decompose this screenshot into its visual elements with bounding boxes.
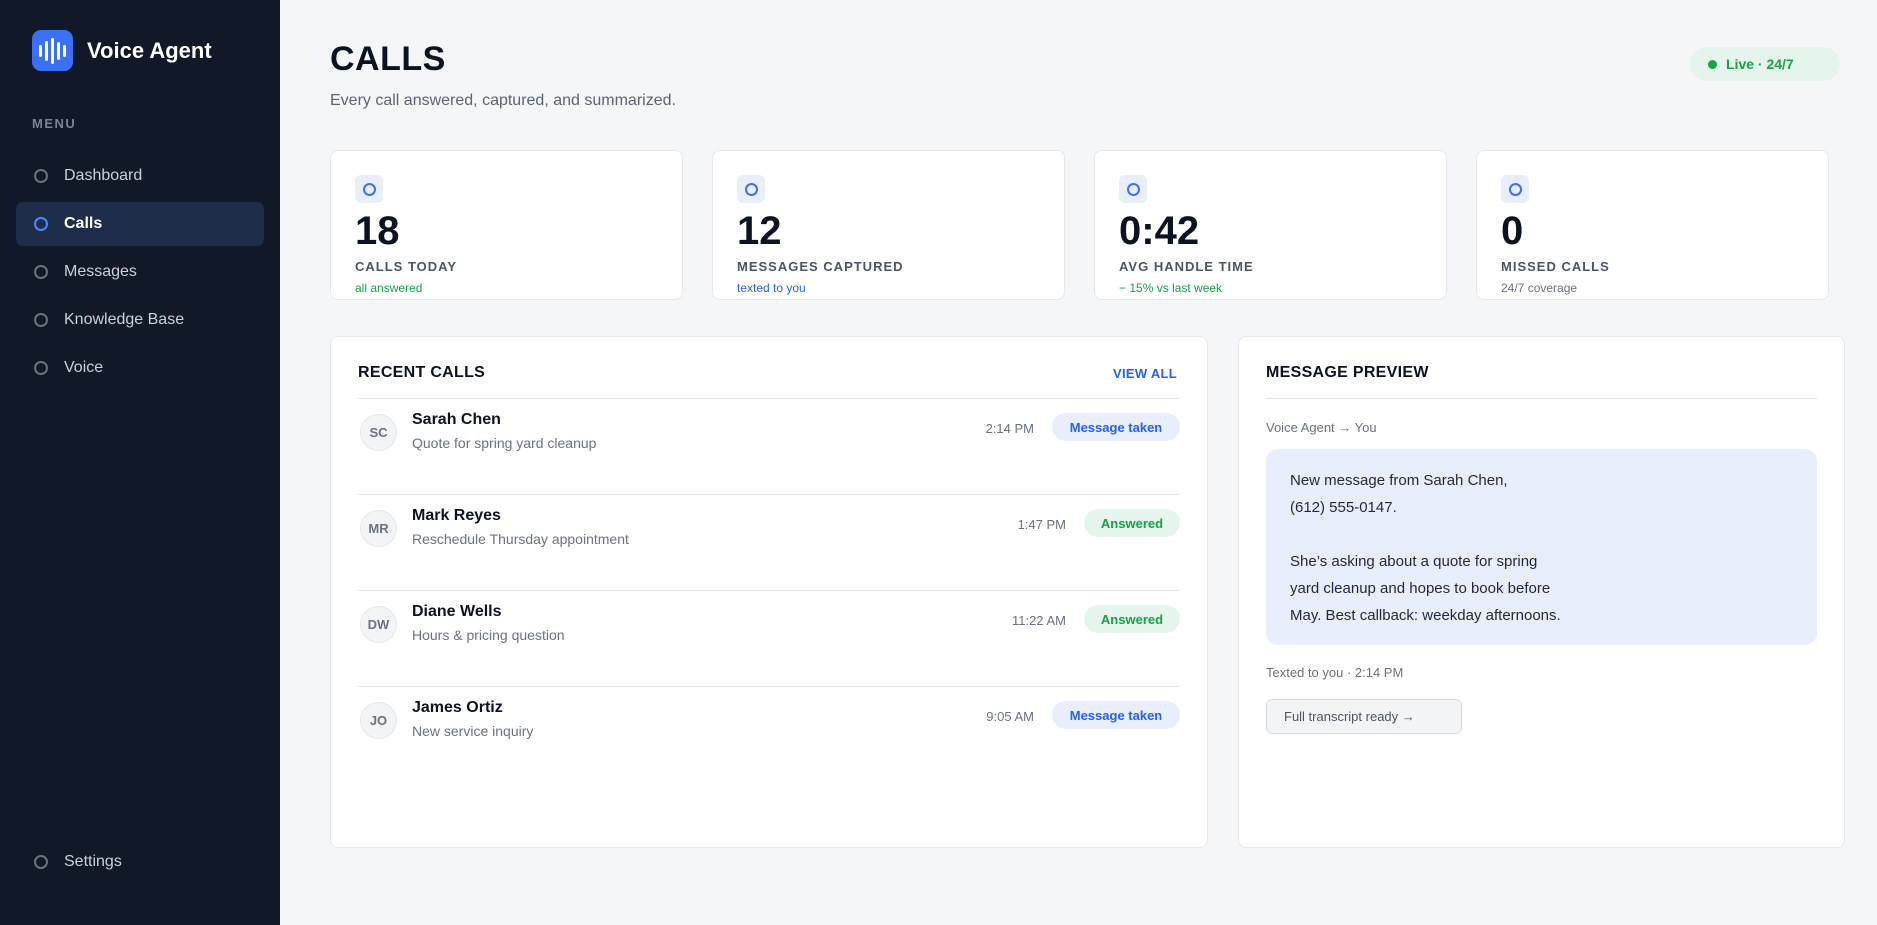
- stat-value: 0: [1501, 209, 1524, 253]
- stat-card-avg-handle-time: 0:42 AVG HANDLE TIME − 15% vs last week: [1094, 150, 1447, 300]
- live-badge-label: Live · 24/7: [1726, 56, 1794, 72]
- call-row[interactable]: DW Diane Wells Hours & pricing question …: [358, 591, 1180, 687]
- sidebar-nav: Dashboard Calls Messages Knowledge Base …: [16, 154, 264, 394]
- stat-value: 18: [355, 209, 400, 253]
- message-line: yard cleanup and hopes to book before: [1290, 580, 1551, 597]
- sidebar-item-messages[interactable]: Messages: [16, 250, 264, 294]
- status-badge: Message taken: [1052, 701, 1180, 729]
- call-time: 11:22 AM: [1012, 613, 1066, 628]
- message-line: May. Best callback: weekday afternoons.: [1290, 607, 1561, 624]
- sidebar-item-calls[interactable]: Calls: [16, 202, 264, 246]
- circle-icon: [1501, 175, 1529, 203]
- status-badge: Answered: [1084, 509, 1180, 537]
- sidebar-item-voice[interactable]: Voice: [16, 346, 264, 390]
- live-status-badge: Live · 24/7: [1690, 47, 1840, 81]
- stat-note: all answered: [355, 281, 423, 295]
- view-all-link[interactable]: VIEW ALL: [1113, 366, 1177, 381]
- circle-icon: [737, 175, 765, 203]
- sidebar-item-knowledge-base[interactable]: Knowledge Base: [16, 298, 264, 342]
- stat-value: 12: [737, 209, 782, 253]
- message-timestamp: Texted to you · 2:14 PM: [1266, 665, 1404, 680]
- message-bubble: New message from Sarah Chen, (612) 555-0…: [1266, 449, 1817, 645]
- sidebar-item-label: Settings: [64, 853, 122, 870]
- stat-card-calls-today: 18 CALLS TODAY all answered: [330, 150, 683, 300]
- message-line: New message from Sarah Chen,: [1290, 472, 1508, 489]
- call-time: 9:05 AM: [986, 709, 1034, 724]
- stat-label: MESSAGES CAPTURED: [737, 259, 904, 274]
- stat-label: AVG HANDLE TIME: [1119, 259, 1254, 274]
- sidebar-item-label: Dashboard: [64, 167, 143, 184]
- stat-label: CALLS TODAY: [355, 259, 458, 274]
- caller-name: James Ortiz: [412, 699, 503, 716]
- sidebar-item-label: Voice: [64, 359, 104, 376]
- message-line: [1290, 521, 1793, 548]
- avatar: DW: [360, 606, 397, 643]
- circle-icon: [34, 313, 48, 327]
- menu-section-label: MENU: [32, 116, 77, 131]
- circle-icon: [355, 175, 383, 203]
- call-summary: Hours & pricing question: [412, 627, 565, 643]
- stat-label: MISSED CALLS: [1501, 259, 1610, 274]
- circle-icon: [34, 169, 48, 183]
- caller-name: Mark Reyes: [412, 507, 501, 524]
- circle-icon: [34, 855, 48, 869]
- circle-icon: [1119, 175, 1147, 203]
- page-title: CALLS: [330, 40, 446, 78]
- avatar: JO: [360, 702, 397, 739]
- status-badge: Message taken: [1052, 413, 1180, 441]
- stat-note: − 15% vs last week: [1119, 281, 1223, 295]
- recent-calls-panel: RECENT CALLS VIEW ALL SC Sarah Chen Quot…: [330, 336, 1208, 848]
- divider: [1266, 398, 1817, 399]
- message-route: Voice Agent → You: [1266, 420, 1377, 435]
- panel-title: RECENT CALLS: [358, 364, 486, 381]
- call-time: 2:14 PM: [985, 421, 1034, 436]
- voice-waveform-icon: [32, 30, 73, 71]
- call-time: 1:47 PM: [1017, 517, 1066, 532]
- sidebar-item-label: Knowledge Base: [64, 311, 185, 328]
- sidebar: Voice Agent MENU Dashboard Calls Message…: [0, 0, 280, 925]
- stat-value: 0:42: [1119, 209, 1200, 253]
- status-badge: Answered: [1084, 605, 1180, 633]
- stat-card-missed-calls: 0 MISSED CALLS 24/7 coverage: [1476, 150, 1829, 300]
- circle-icon: [34, 217, 48, 231]
- call-row[interactable]: MR Mark Reyes Reschedule Thursday appoin…: [358, 495, 1180, 591]
- status-dot-icon: [1708, 59, 1717, 69]
- circle-icon: [34, 265, 48, 279]
- full-transcript-button[interactable]: Full transcript ready →: [1266, 699, 1462, 734]
- circle-icon: [34, 361, 48, 375]
- message-line: (612) 555-0147.: [1290, 499, 1397, 516]
- avatar: MR: [360, 510, 397, 547]
- message-preview-panel: MESSAGE PREVIEW Voice Agent → You New me…: [1238, 336, 1845, 848]
- avatar: SC: [360, 414, 397, 451]
- call-row[interactable]: JO James Ortiz New service inquiry 9:05 …: [358, 687, 1180, 783]
- stat-card-messages-captured: 12 MESSAGES CAPTURED texted to you: [712, 150, 1065, 300]
- brand-name: Voice Agent: [87, 37, 212, 63]
- sidebar-item-settings[interactable]: Settings: [16, 840, 264, 884]
- caller-name: Sarah Chen: [412, 411, 501, 428]
- page-subtitle: Every call answered, captured, and summa…: [330, 92, 676, 109]
- call-row[interactable]: SC Sarah Chen Quote for spring yard clea…: [358, 399, 1180, 495]
- stat-note: texted to you: [737, 281, 806, 295]
- caller-name: Diane Wells: [412, 603, 502, 620]
- message-line: She’s asking about a quote for spring: [1290, 553, 1538, 570]
- brand[interactable]: Voice Agent: [32, 30, 212, 71]
- stat-note: 24/7 coverage: [1501, 281, 1578, 295]
- call-summary: Reschedule Thursday appointment: [412, 531, 629, 547]
- call-summary: Quote for spring yard cleanup: [412, 435, 597, 451]
- panel-title: MESSAGE PREVIEW: [1266, 364, 1429, 381]
- sidebar-item-label: Messages: [64, 263, 137, 280]
- sidebar-item-label: Calls: [64, 215, 103, 232]
- sidebar-item-dashboard[interactable]: Dashboard: [16, 154, 264, 198]
- call-summary: New service inquiry: [412, 723, 534, 739]
